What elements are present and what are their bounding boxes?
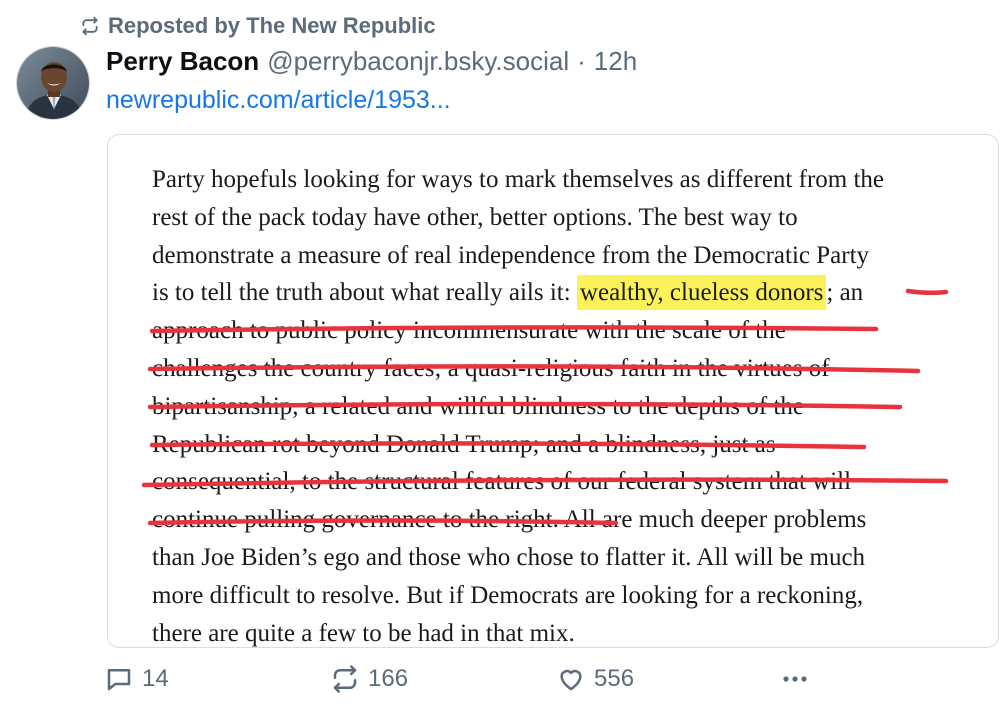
post-timestamp[interactable]: 12h xyxy=(594,46,637,77)
quote-segment: ; an xyxy=(826,279,864,307)
like-button[interactable]: 556 xyxy=(556,664,634,694)
quote-line: approach to public policy incommensurate… xyxy=(152,317,786,345)
quote-line: Party hopefuls looking for ways to mark … xyxy=(152,166,885,193)
quote-line: there are quite a few to be had in that … xyxy=(152,619,575,647)
quote-line: more difficult to resolve. But if Democr… xyxy=(152,581,864,609)
quote-line: continue pulling governance to the right… xyxy=(152,501,982,539)
repost-icon xyxy=(82,16,98,36)
repost-count: 166 xyxy=(368,665,409,692)
reply-button[interactable]: 14 xyxy=(104,664,169,694)
meta-separator: · xyxy=(577,46,586,76)
reply-icon xyxy=(107,669,131,691)
like-count: 556 xyxy=(594,665,635,692)
repost-label: Reposted by The New Republic xyxy=(108,13,436,38)
quote-line: challenges the country faces; a quasi-re… xyxy=(152,354,830,382)
quote-line: bipartisanship, a related and willful bl… xyxy=(152,392,804,420)
author-handle[interactable]: @perrybaconjr.bsky.social xyxy=(267,46,569,77)
more-options-button[interactable] xyxy=(780,664,810,694)
reply-count: 14 xyxy=(142,665,169,692)
avatar-photo xyxy=(17,47,89,119)
quote-line: than Joe Biden’s ego and those who chose… xyxy=(152,543,866,571)
post-actions: 14 166 556 xyxy=(104,664,1000,704)
repost-button[interactable]: 166 xyxy=(330,664,408,694)
post-author-row: Perry Bacon @perrybaconjr.bsky.social · … xyxy=(106,46,637,78)
quote-line: rest of the pack today have other, bette… xyxy=(152,203,798,231)
quote-line: demonstrate a measure of real independen… xyxy=(152,241,870,269)
highlighted-phrase: wealthy, clueless donors xyxy=(576,275,827,311)
quote-image-card[interactable]: Party hopefuls looking for ways to mark … xyxy=(107,134,999,648)
quote-segment: All are much deeper problems xyxy=(558,506,867,534)
quote-line: Republican rot beyond Donald Trump; and … xyxy=(152,430,776,458)
quote-segment: continue pulling governance to the right… xyxy=(152,506,559,534)
quote-line: is to tell the truth about what really a… xyxy=(152,274,982,312)
repost-indicator[interactable]: Reposted by The New Republic xyxy=(80,12,436,40)
quote-text: Party hopefuls looking for ways to mark … xyxy=(152,161,982,647)
quote-line: consequential, to the structural feature… xyxy=(152,468,852,496)
quote-segment: is to tell the truth about what really a… xyxy=(152,279,577,307)
avatar[interactable] xyxy=(16,46,90,120)
repost-icon xyxy=(333,665,357,693)
ellipsis-icon xyxy=(783,676,807,682)
heart-icon xyxy=(560,669,582,691)
post-link[interactable]: newrepublic.com/article/1953... xyxy=(106,86,451,115)
author-name[interactable]: Perry Bacon xyxy=(106,46,259,77)
